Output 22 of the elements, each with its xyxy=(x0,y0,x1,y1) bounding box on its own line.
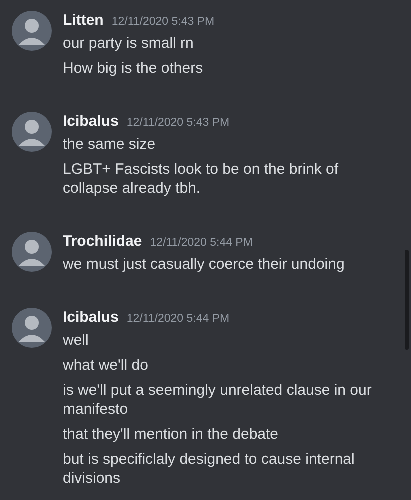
username[interactable]: Icibalus xyxy=(63,308,119,328)
message-text: we must just casually coerce their undoing xyxy=(63,255,346,274)
message-text: what we'll do xyxy=(63,356,150,375)
avatar[interactable] xyxy=(12,11,52,51)
timestamp: 12/11/2020 5:43 PM xyxy=(126,116,230,131)
message-text: the same size xyxy=(63,135,157,154)
message-text: our party is small rn xyxy=(63,34,195,53)
message-text: that they'll mention in the debate xyxy=(63,425,280,444)
username[interactable]: Litten xyxy=(63,11,104,31)
username[interactable]: Trochilidae xyxy=(63,232,142,252)
username[interactable]: Icibalus xyxy=(63,112,119,132)
timestamp: 12/11/2020 5:44 PM xyxy=(150,236,253,251)
message-text: but is specificlaly designed to cause internal divisions xyxy=(63,450,356,488)
message-text: is we'll put a seemingly unrelated clause in our manifesto xyxy=(63,381,373,419)
message-text: LGBT+ Fascists look to be on the brink of collapse already tbh. xyxy=(63,160,340,198)
timestamp: 12/11/2020 5:44 PM xyxy=(126,312,230,327)
avatar[interactable] xyxy=(12,232,52,272)
timestamp: 12/11/2020 5:43 PM xyxy=(112,15,215,30)
message-text: How big is the others xyxy=(63,59,204,78)
avatar[interactable] xyxy=(12,112,52,152)
message-text: well xyxy=(63,331,90,350)
avatar[interactable] xyxy=(12,308,52,348)
